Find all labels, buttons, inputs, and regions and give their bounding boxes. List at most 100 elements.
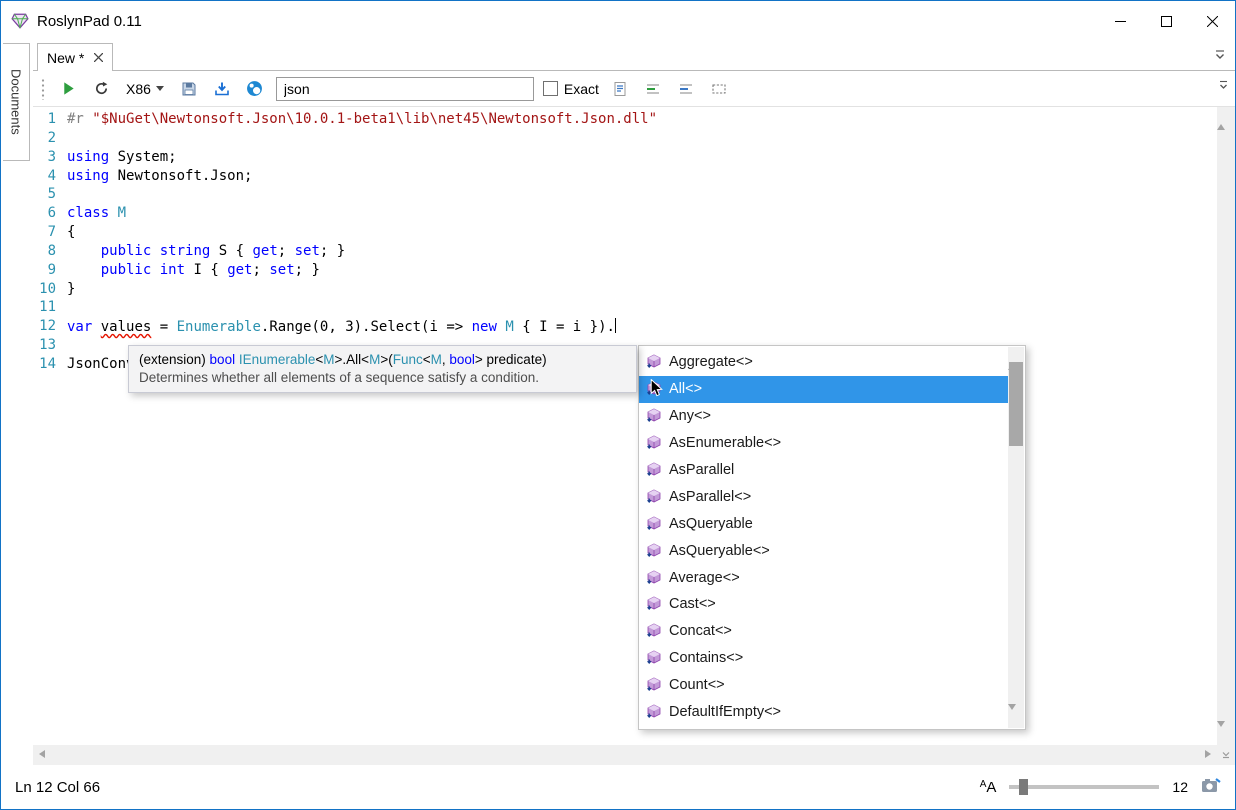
- completion-item-label: Concat<>: [669, 623, 732, 639]
- completion-item[interactable]: Count<>: [639, 672, 1008, 699]
- toolbar-overflow-icon[interactable]: [1217, 79, 1230, 97]
- platform-dropdown[interactable]: X86: [122, 79, 168, 99]
- line-number: 2: [33, 130, 63, 149]
- code-line[interactable]: #r "$NuGet\Newtonsoft.Json\10.0.1-beta1\…: [67, 111, 1217, 130]
- scrollbar-corner[interactable]: [1217, 745, 1235, 765]
- status-bar: Ln 12 Col 66 AA 12: [1, 765, 1235, 809]
- completion-item[interactable]: Cast<>: [639, 591, 1008, 618]
- scroll-left-icon[interactable]: [39, 750, 45, 758]
- rename-box-icon: [711, 81, 727, 97]
- completion-item-label: Cast<>: [669, 596, 716, 612]
- completion-item[interactable]: DefaultIfEmpty<>: [639, 699, 1008, 726]
- completion-item[interactable]: AsParallel<>: [639, 483, 1008, 510]
- toolbar: X86: [33, 71, 1235, 107]
- zoom-slider[interactable]: [1009, 785, 1159, 789]
- toolbar-grip-handle[interactable]: [41, 78, 45, 100]
- exact-checkbox[interactable]: [543, 81, 558, 96]
- title-bar[interactable]: RoslynPad 0.11: [1, 1, 1235, 41]
- uncomment-selection-button[interactable]: [674, 77, 698, 101]
- completion-item[interactable]: Average<>: [639, 564, 1008, 591]
- tab-list-chevron-icon[interactable]: [1213, 48, 1227, 67]
- maximize-button[interactable]: [1143, 1, 1189, 41]
- line-number: 14: [33, 356, 63, 375]
- line-number: 12: [33, 318, 63, 337]
- extension-method-icon: [646, 408, 662, 424]
- nuget-button[interactable]: [243, 77, 267, 101]
- code-line[interactable]: {: [67, 224, 1217, 243]
- nuget-search-input[interactable]: [276, 77, 534, 101]
- code-line[interactable]: class M: [67, 205, 1217, 224]
- completion-item-label: Count<>: [669, 677, 725, 693]
- editor-horizontal-scrollbar[interactable]: [33, 745, 1217, 765]
- completion-item-label: All<>: [669, 381, 702, 397]
- code-line[interactable]: using Newtonsoft.Json;: [67, 168, 1217, 187]
- extension-method-icon: [646, 543, 662, 559]
- extension-method-icon: [646, 677, 662, 693]
- completion-item-label: Contains<>: [669, 650, 743, 666]
- nuget-icon: [246, 80, 263, 97]
- line-number: 1: [33, 111, 63, 130]
- completion-item-label: Any<>: [669, 408, 711, 424]
- scroll-right-icon[interactable]: [1205, 750, 1211, 758]
- extension-method-icon: [646, 650, 662, 666]
- exact-checkbox-label: Exact: [564, 81, 599, 97]
- save-button[interactable]: [177, 77, 201, 101]
- arrow-down-bracket-icon: [214, 81, 230, 97]
- scrollbar-thumb[interactable]: [1009, 362, 1023, 446]
- completion-item[interactable]: Contains<>: [639, 645, 1008, 672]
- code-line[interactable]: [67, 130, 1217, 149]
- format-document-icon: [612, 81, 628, 97]
- comment-selection-button[interactable]: [641, 77, 665, 101]
- scroll-down-icon[interactable]: [1008, 704, 1016, 727]
- import-button[interactable]: [210, 77, 234, 101]
- camera-icon[interactable]: [1201, 777, 1221, 797]
- format-document-button[interactable]: [608, 77, 632, 101]
- scroll-down-icon[interactable]: [1217, 721, 1225, 744]
- code-editor[interactable]: 1234567891011121314 #r "$NuGet\Newtonsof…: [33, 107, 1235, 745]
- maximize-icon: [1161, 16, 1172, 27]
- code-line[interactable]: var values = Enumerable.Range(0, 3).Sele…: [67, 318, 1217, 337]
- restart-host-button[interactable]: [89, 77, 113, 101]
- code-line[interactable]: public string S { get; set; }: [67, 243, 1217, 262]
- zoom-slider-thumb[interactable]: [1019, 779, 1028, 795]
- line-number: 6: [33, 205, 63, 224]
- line-number: 5: [33, 186, 63, 205]
- text-caret: [615, 318, 616, 333]
- tab-close-icon[interactable]: [94, 53, 103, 62]
- completion-item[interactable]: Aggregate<>: [639, 349, 1008, 376]
- completion-item[interactable]: AsParallel: [639, 457, 1008, 484]
- minimize-button[interactable]: [1097, 1, 1143, 41]
- documents-side-tab[interactable]: Documents: [3, 43, 30, 161]
- rename-symbol-button[interactable]: [707, 77, 731, 101]
- line-number: 9: [33, 262, 63, 281]
- extension-method-icon: [646, 354, 662, 370]
- signature-description: Determines whether all elements of a seq…: [139, 370, 626, 385]
- line-number: 3: [33, 149, 63, 168]
- close-button[interactable]: [1189, 1, 1235, 41]
- code-line[interactable]: using System;: [67, 149, 1217, 168]
- completion-item[interactable]: Concat<>: [639, 618, 1008, 645]
- code-line[interactable]: [67, 186, 1217, 205]
- tab-new[interactable]: New *: [37, 43, 113, 71]
- completion-item-label: AsQueryable<>: [669, 543, 770, 559]
- completion-scrollbar[interactable]: [1008, 347, 1024, 728]
- code-line[interactable]: public int I { get; set; }: [67, 262, 1217, 281]
- code-line[interactable]: [67, 299, 1217, 318]
- completion-item[interactable]: Any<>: [639, 403, 1008, 430]
- window-title: RoslynPad 0.11: [37, 13, 142, 30]
- editor-vertical-scrollbar[interactable]: [1217, 107, 1235, 745]
- completion-item[interactable]: AsQueryable: [639, 510, 1008, 537]
- completion-item[interactable]: AsQueryable<>: [639, 537, 1008, 564]
- completion-item[interactable]: All<>: [639, 376, 1008, 403]
- completion-item[interactable]: AsEnumerable<>: [639, 430, 1008, 457]
- corner-chevron-icon: [1220, 749, 1232, 761]
- zoom-value: 12: [1172, 779, 1188, 795]
- close-icon: [1207, 16, 1218, 27]
- extension-method-icon: [646, 623, 662, 639]
- code-line[interactable]: }: [67, 281, 1217, 300]
- scroll-up-icon[interactable]: [1217, 107, 1225, 130]
- documents-side-tab-label: Documents: [9, 69, 24, 135]
- run-button[interactable]: [56, 77, 80, 101]
- line-number: 4: [33, 168, 63, 187]
- completion-item-label: AsEnumerable<>: [669, 435, 781, 451]
